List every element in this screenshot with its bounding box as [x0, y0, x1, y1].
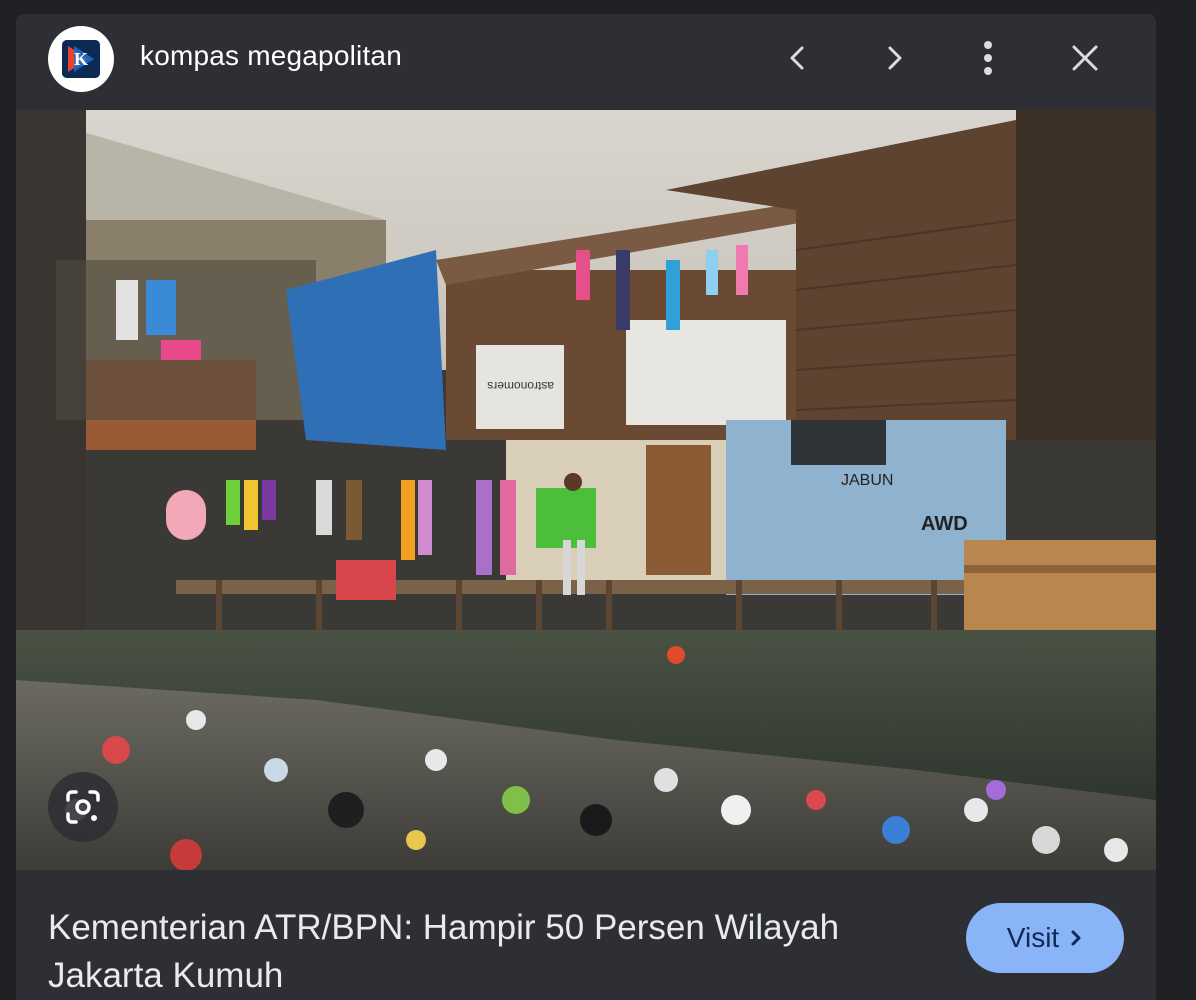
google-lens-icon [66, 790, 100, 824]
logo-letter: K [73, 48, 88, 69]
image-viewer-panel: K kompas megapolitan astronomers JABUN A… [16, 14, 1156, 1000]
more-vert-icon [984, 41, 992, 75]
sign-text: astronomers [487, 379, 554, 393]
next-button[interactable] [872, 36, 916, 80]
chevron-left-icon [790, 46, 804, 70]
close-button[interactable] [1063, 36, 1107, 80]
source-logo[interactable]: K [48, 26, 114, 92]
news-photo[interactable]: astronomers JABUN AWD [16, 110, 1156, 870]
kompas-logo-icon: K [62, 40, 100, 78]
visit-label: Visit [1006, 922, 1060, 953]
article-headline[interactable]: Kementerian ATR/BPN: Hampir 50 Persen Wi… [48, 904, 928, 1000]
close-icon [1072, 45, 1098, 71]
chevron-right-icon [888, 46, 902, 70]
viewer-header: K kompas megapolitan [16, 14, 1156, 110]
visit-button[interactable]: Visit [966, 903, 1124, 973]
more-options-button[interactable] [966, 36, 1010, 80]
source-name[interactable]: kompas megapolitan [140, 40, 402, 72]
viewer-footer: Kementerian ATR/BPN: Hampir 50 Persen Wi… [16, 870, 1156, 1000]
graffiti-text: JABUN [841, 472, 893, 489]
previous-button[interactable] [776, 36, 820, 80]
slum-photo-illustration: astronomers JABUN AWD [16, 110, 1156, 870]
google-lens-button[interactable] [48, 772, 118, 842]
graffiti-text: AWD [921, 513, 968, 535]
chevron-right-icon [1069, 929, 1083, 947]
